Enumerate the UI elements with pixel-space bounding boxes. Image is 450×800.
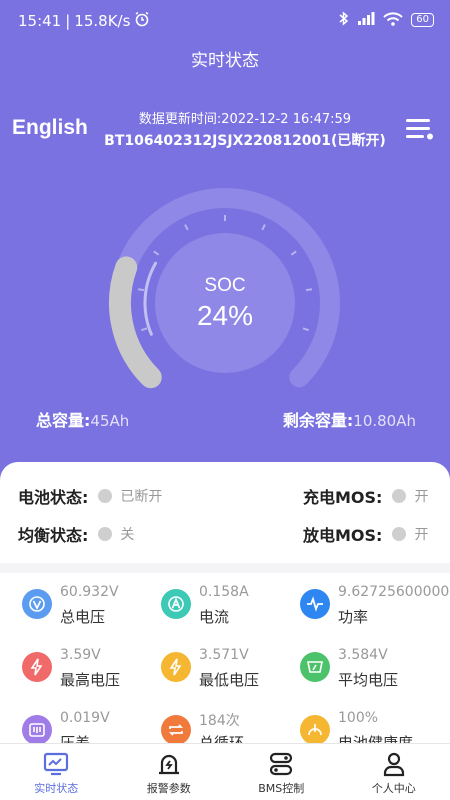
- metric-label: 最低电压: [199, 671, 260, 689]
- device-id: BT106402312JSJX220812001(已断开): [104, 133, 386, 149]
- power-icon: [300, 589, 330, 619]
- voltage-diff-icon: [22, 715, 52, 745]
- alarm-icon: [158, 754, 179, 775]
- discharge-mos-indicator: [392, 527, 407, 541]
- metric-value: 184次: [199, 713, 240, 729]
- charge-mos-row: 充电MOS: 开: [303, 484, 428, 508]
- metric-current: 0.158A 电流: [161, 584, 301, 634]
- soc-label: SOC: [204, 275, 246, 296]
- metric-label: 总电压: [60, 608, 106, 626]
- wifi-icon: [383, 11, 403, 29]
- metric-label: 电流: [199, 608, 230, 626]
- total-capacity: 总容量:45Ah: [36, 407, 129, 431]
- battery-state-indicator: [98, 489, 113, 503]
- tab-realtime-status[interactable]: 实时状态: [0, 744, 113, 800]
- cycle-icon: [161, 715, 191, 745]
- clock-time: 15:41: [18, 12, 62, 30]
- tab-label: BMS控制: [258, 782, 305, 795]
- battery-indicator: 60: [411, 13, 434, 27]
- battery-state-value: 已断开: [120, 489, 163, 505]
- total-voltage-icon: [22, 589, 52, 619]
- metric-value: 3.571V: [199, 647, 249, 663]
- balance-state-indicator: [98, 527, 113, 541]
- discharge-mos-value: 开: [414, 527, 429, 543]
- metric-value: 3.59V: [60, 647, 101, 663]
- tab-bms-control[interactable]: BMS控制: [225, 744, 338, 800]
- gauge-tick: [153, 250, 160, 256]
- metric-label: 功率: [338, 608, 369, 626]
- avg-voltage-icon: [300, 652, 330, 682]
- tab-alarm-params[interactable]: 报警参数: [113, 744, 226, 800]
- metric-value: 100%: [338, 710, 379, 726]
- data-update-time: 数据更新时间:2022-12-2 16:47:59: [138, 112, 352, 127]
- metric-max-voltage: 3.59V 最高电压: [22, 647, 162, 697]
- soc-value: 24%: [196, 300, 254, 331]
- device-menu-button[interactable]: [406, 116, 434, 142]
- gauge-tick: [290, 250, 297, 256]
- max-voltage-icon: [22, 652, 52, 682]
- total-capacity-label: 总容量:: [36, 411, 91, 430]
- section-divider: [0, 563, 450, 573]
- alarm-clock-icon: [134, 11, 150, 31]
- balance-state-value: 关: [120, 527, 135, 543]
- total-capacity-value: 45Ah: [90, 412, 130, 430]
- current-icon: [161, 589, 191, 619]
- tab-profile[interactable]: 个人中心: [338, 744, 450, 800]
- metric-label: 平均电压: [338, 671, 399, 689]
- bottom-tab-bar: 实时状态 报警参数 BMS控制 个人中心: [0, 743, 450, 800]
- charge-mos-value: 开: [414, 489, 429, 505]
- charge-mos-label: 充电MOS:: [303, 488, 383, 507]
- remaining-capacity-value: 10.80Ah: [353, 412, 416, 430]
- page-title: 实时状态: [191, 51, 259, 71]
- profile-icon: [383, 752, 404, 777]
- metric-value: 0.158A: [199, 584, 249, 600]
- metric-min-voltage: 3.571V 最低电压: [161, 647, 301, 697]
- metric-label: 最高电压: [60, 671, 121, 689]
- tab-label: 个人中心: [371, 782, 416, 795]
- balance-state-label: 均衡状态:: [18, 526, 89, 545]
- remaining-capacity: 剩余容量:10.80Ah: [283, 407, 416, 431]
- metric-avg-voltage: 3.584V 平均电压: [300, 647, 440, 697]
- monitor-icon: [44, 752, 69, 776]
- system-status-bar: 15:41 | 15.8K/s 60: [0, 0, 450, 40]
- discharge-mos-label: 放电MOS:: [303, 526, 383, 545]
- metric-value: 0.019V: [60, 710, 110, 726]
- tab-label: 实时状态: [34, 782, 79, 795]
- network-speed: 15.8K/s: [74, 12, 131, 30]
- battery-state-row: 电池状态: 已断开: [18, 484, 162, 508]
- metric-value: 9.627256000000: [338, 584, 450, 600]
- list-menu-icon: [406, 119, 433, 140]
- metric-power: 9.627256000000 功率: [300, 584, 450, 634]
- discharge-mos-row: 放电MOS: 开: [303, 522, 428, 546]
- metric-value: 3.584V: [338, 647, 388, 663]
- charge-mos-indicator: [392, 489, 407, 503]
- gauge-tick: [184, 224, 189, 231]
- metric-value: 60.932V: [60, 584, 119, 600]
- bms-control-icon: [270, 752, 293, 776]
- cellular-signal-icon: [357, 11, 375, 29]
- bluetooth-icon: [339, 11, 349, 29]
- metric-total-voltage: 60.932V 总电压: [22, 584, 162, 634]
- remaining-capacity-label: 剩余容量:: [282, 411, 354, 430]
- health-icon: [300, 715, 330, 745]
- battery-state-label: 电池状态:: [18, 488, 89, 507]
- balance-state-row: 均衡状态: 关: [18, 522, 134, 546]
- tab-label: 报警参数: [146, 782, 191, 795]
- status-separator: |: [65, 12, 71, 30]
- gauge-tick: [261, 224, 266, 231]
- min-voltage-icon: [161, 652, 191, 682]
